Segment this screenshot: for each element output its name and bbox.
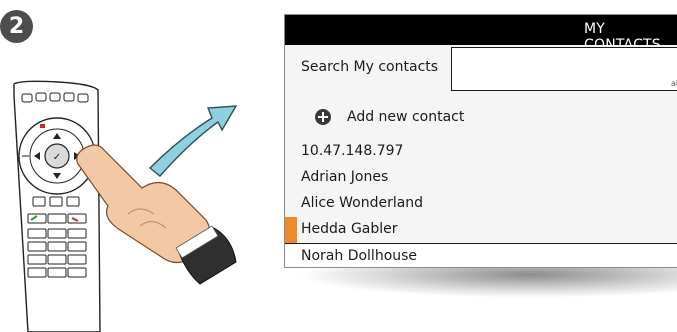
- contact-item-selected[interactable]: Hedda Gabler: [285, 217, 677, 244]
- panel-header: MY CONTACTS: [285, 15, 677, 53]
- search-input[interactable]: ab: [451, 47, 677, 91]
- my-contacts-panel: MY CONTACTS Search My contacts ab Add ne…: [284, 14, 677, 268]
- contact-item[interactable]: Alice Wonderland: [285, 191, 677, 217]
- search-label: Search My contacts: [301, 59, 439, 75]
- search-input-mode-hint: ab: [671, 79, 677, 88]
- remote-control: ✓: [13, 80, 101, 332]
- remote-control-illustration: ✓: [13, 80, 238, 332]
- contact-name: Adrian Jones: [301, 169, 389, 185]
- contact-name: Hedda Gabler: [301, 221, 398, 237]
- add-new-contact-label: Add new contact: [347, 109, 465, 125]
- contact-name: Norah Dollhouse: [301, 248, 418, 264]
- contact-list: 10.47.148.797 Adrian Jones Alice Wonderl…: [285, 139, 677, 267]
- direction-arrow: [148, 105, 238, 177]
- add-contact-icon: [315, 109, 331, 125]
- contact-item[interactable]: 10.47.148.797: [285, 139, 677, 165]
- svg-text:✓: ✓: [53, 152, 61, 163]
- contact-name: Alice Wonderland: [301, 195, 424, 211]
- add-new-contact-button[interactable]: Add new contact: [315, 107, 464, 127]
- contact-item[interactable]: Adrian Jones: [285, 165, 677, 191]
- contact-item[interactable]: Norah Dollhouse: [285, 244, 677, 267]
- selection-marker: [285, 217, 297, 243]
- contact-name: 10.47.148.797: [301, 143, 404, 159]
